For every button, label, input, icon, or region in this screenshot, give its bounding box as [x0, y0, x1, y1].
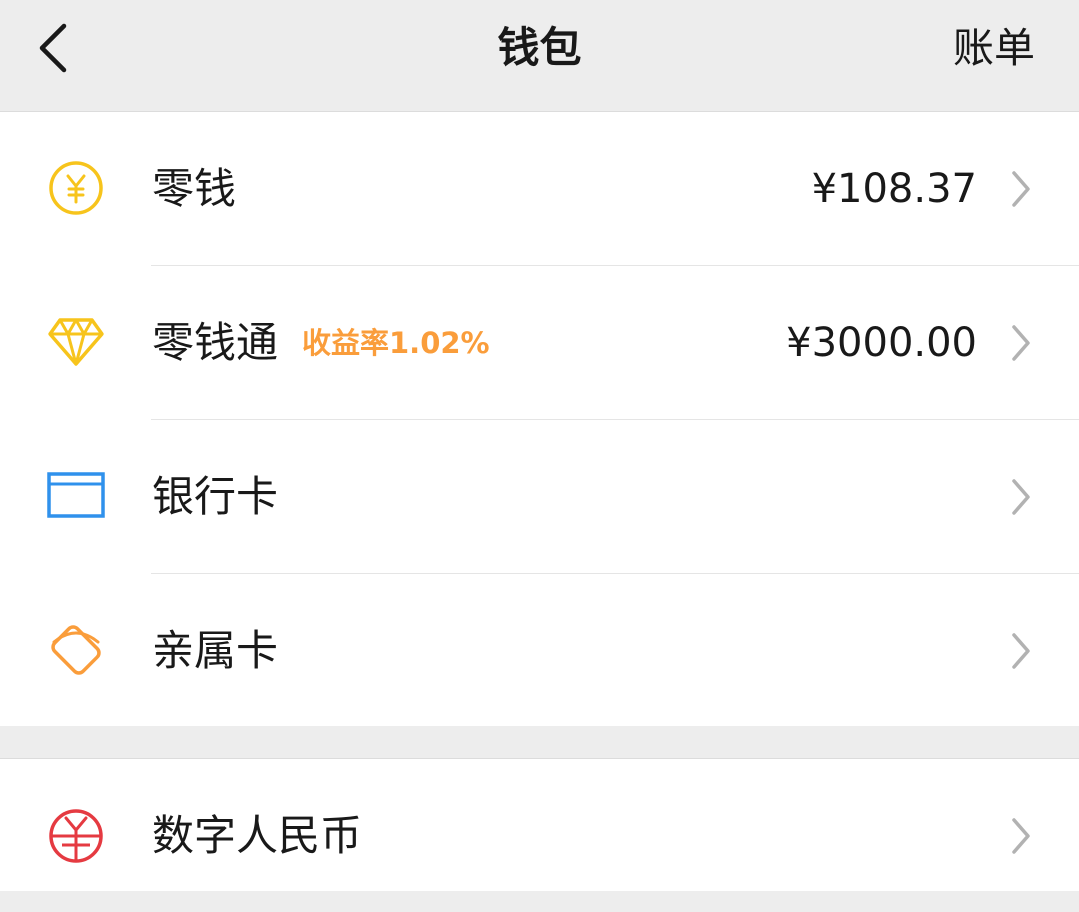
bill-button[interactable]: 账单 [953, 18, 1035, 78]
chevron-right-icon [1012, 325, 1030, 361]
diamond-icon [48, 318, 104, 366]
digital-rmb-icon [49, 809, 103, 863]
lingqiantong-label: 零钱通 [152, 318, 279, 367]
list-item-digital-rmb[interactable]: 数字人民币 [0, 759, 1079, 912]
family-card-icon [51, 625, 101, 675]
bank-card-label: 银行卡 [152, 472, 279, 521]
list-item-bank-card[interactable]: 银行卡 [0, 420, 1079, 573]
page-title: 钱包 [497, 23, 582, 72]
nav-bar: 钱包 账单 [0, 0, 1079, 112]
digital-rmb-section: 数字人民币 [0, 758, 1079, 891]
list-item-lingqiantong[interactable]: 零钱通 收益率1.02% ¥3000.00 [0, 266, 1079, 419]
wallet-list: 零钱 ¥108.37 零钱通 收益率1.02% ¥3000.00 银行卡 亲属卡 [0, 112, 1079, 726]
chevron-right-icon [1012, 479, 1030, 515]
lingqiantong-amount: ¥3000.00 [786, 320, 977, 366]
list-item-family-card[interactable]: 亲属卡 [0, 574, 1079, 727]
digital-rmb-label: 数字人民币 [152, 811, 363, 860]
chevron-right-icon [1012, 171, 1030, 207]
yield-rate-tag: 收益率1.02% [302, 326, 490, 360]
change-label: 零钱 [152, 164, 237, 213]
chevron-right-icon [1012, 633, 1030, 669]
yuan-coin-icon [49, 161, 103, 215]
family-card-label: 亲属卡 [152, 626, 279, 675]
chevron-right-icon [1012, 818, 1030, 854]
bank-card-icon [47, 472, 105, 518]
change-amount: ¥108.37 [811, 166, 977, 212]
list-item-change[interactable]: 零钱 ¥108.37 [0, 112, 1079, 265]
